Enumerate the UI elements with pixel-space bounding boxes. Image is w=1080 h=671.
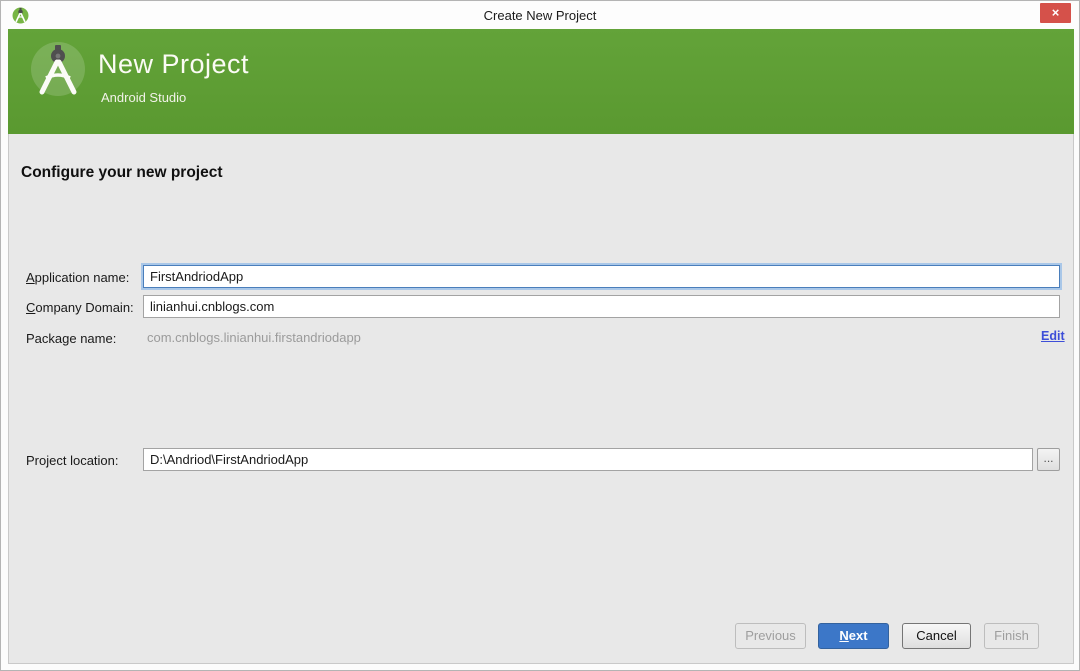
package-name-value: com.cnblogs.linianhui.firstandriodapp [147, 330, 361, 345]
cancel-button[interactable]: Cancel [902, 623, 971, 649]
application-name-input[interactable] [143, 265, 1060, 288]
banner-subtitle: Android Studio [101, 90, 187, 105]
wizard-banner: New Project Android Studio [8, 29, 1074, 134]
finish-button[interactable]: Finish [984, 623, 1039, 649]
browse-ellipsis-button[interactable]: ... [1037, 448, 1060, 471]
application-name-label: Application name: [26, 270, 130, 285]
package-name-label: Package name: [26, 331, 117, 346]
application-name-mnemonic: A [26, 270, 35, 285]
previous-button[interactable]: Previous [735, 623, 806, 649]
project-location-input[interactable] [143, 448, 1033, 471]
company-domain-mnemonic: C [26, 300, 36, 315]
close-icon[interactable]: × [1040, 3, 1071, 23]
banner-title: New Project [98, 49, 250, 79]
content-panel [8, 134, 1074, 664]
create-new-project-dialog: Create New Project × New Project Android… [0, 0, 1080, 671]
company-domain-label: Company Domain: [26, 300, 134, 315]
window-title: Create New Project [483, 8, 597, 23]
titlebar[interactable]: Create New Project × [2, 2, 1078, 29]
edit-package-link[interactable]: Edit [1041, 329, 1065, 343]
page-title: Configure your new project [21, 164, 223, 181]
project-location-label: Project location: [26, 453, 119, 468]
next-button[interactable]: Next [818, 623, 889, 649]
android-studio-logo-icon [30, 41, 86, 97]
company-domain-input[interactable] [143, 295, 1060, 318]
